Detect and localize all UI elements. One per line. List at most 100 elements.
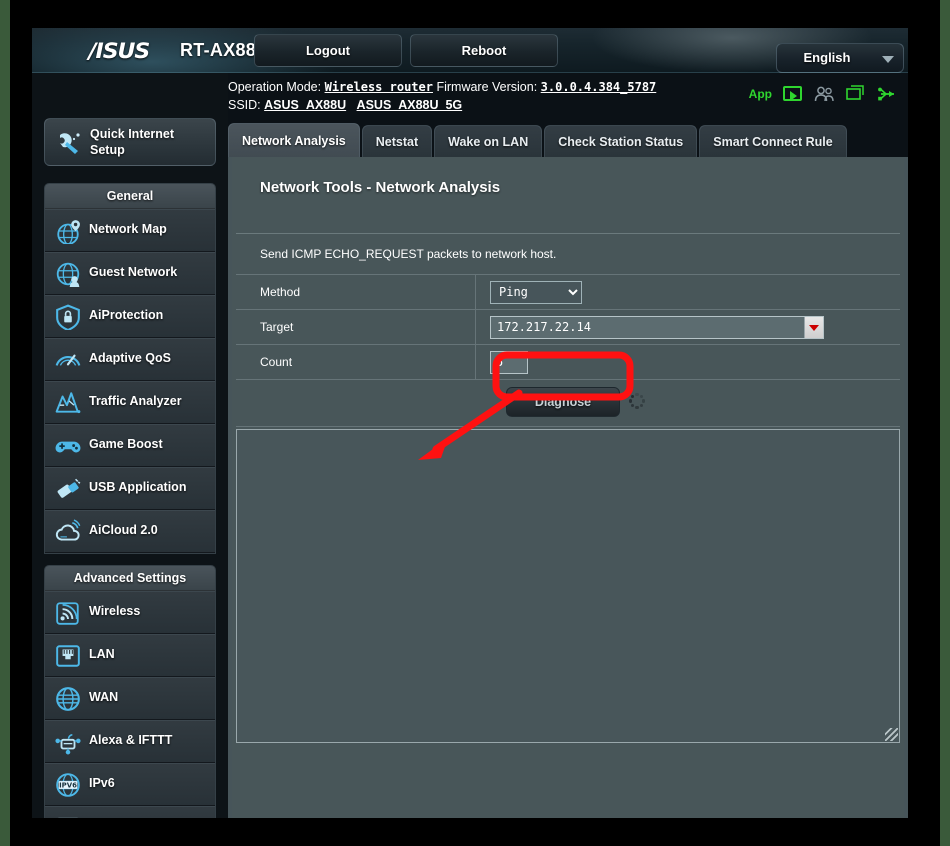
language-selector[interactable]: English xyxy=(776,43,904,73)
vpn-monitor-icon xyxy=(55,815,81,818)
firmware-value[interactable]: 3.0.0.4.384_5787 xyxy=(541,80,657,94)
people-icon[interactable] xyxy=(813,86,835,102)
monitor-icon[interactable] xyxy=(846,85,865,102)
count-input[interactable] xyxy=(490,351,528,374)
tab-smart-connect-rule[interactable]: Smart Connect Rule xyxy=(699,125,846,157)
sidebar-group-general: General Network Map Guest Network AiProtec… xyxy=(44,183,216,554)
form-row-target: Target xyxy=(236,310,900,345)
target-label: Target xyxy=(236,310,476,344)
ssid-label: SSID: xyxy=(228,98,261,112)
count-field-cell xyxy=(476,345,900,379)
sidebar-item-label: AiCloud 2.0 xyxy=(89,523,158,537)
sidebar-item-vpn[interactable]: VPN xyxy=(45,806,215,818)
method-select[interactable]: PingTraceroutenslookup xyxy=(490,281,582,304)
gamepad-icon xyxy=(55,433,81,459)
guest-network-icon xyxy=(55,261,81,287)
network-map-icon xyxy=(55,218,81,244)
operation-mode-label: Operation Mode: xyxy=(228,80,321,94)
router-admin-ui: /ISUS RT-AX88U Logout Reboot English Ope… xyxy=(32,28,908,818)
network-analysis-form: Method PingTraceroutenslookup Target xyxy=(236,274,900,380)
usb-drive-icon xyxy=(55,476,81,502)
loading-spinner-icon xyxy=(628,392,646,410)
count-label: Count xyxy=(236,345,476,379)
diagnose-button[interactable]: Diagnose xyxy=(506,387,620,417)
page-root: /ISUS RT-AX88U Logout Reboot English Ope… xyxy=(0,0,950,846)
quick-setup-label: Quick Internet Setup xyxy=(90,126,210,158)
sidebar-item-traffic-analyzer[interactable]: Traffic Analyzer xyxy=(45,381,215,424)
sidebar-item-wan[interactable]: WAN xyxy=(45,677,215,720)
tab-check-station-status[interactable]: Check Station Status xyxy=(544,125,697,157)
chart-peaks-icon xyxy=(55,390,81,416)
sidebar-item-network-map[interactable]: Network Map xyxy=(45,209,215,252)
app-icon-strip: App xyxy=(749,85,896,102)
diagnose-row: Diagnose xyxy=(236,379,900,427)
letterbox-top xyxy=(10,0,940,28)
resize-handle-icon[interactable] xyxy=(885,728,898,741)
sidebar-item-label: Network Map xyxy=(89,222,167,236)
sidebar-item-wireless[interactable]: Wireless xyxy=(45,591,215,634)
sidebar-item-label: Alexa & IFTTT xyxy=(89,733,172,747)
logout-button[interactable]: Logout xyxy=(254,34,402,67)
sidebar-item-usb-application[interactable]: USB Application xyxy=(45,467,215,510)
gauge-icon xyxy=(55,347,81,373)
sidebar-item-lan[interactable]: LAN xyxy=(45,634,215,677)
language-label: English xyxy=(777,50,877,65)
target-input-wrap xyxy=(490,316,824,339)
top-banner: /ISUS RT-AX88U Logout Reboot English xyxy=(32,28,908,73)
left-sidebar: Quick Internet Setup General Network Map… xyxy=(32,73,228,818)
tab-strip: Network AnalysisNetstatWake on LANCheck … xyxy=(228,123,908,157)
sidebar-item-adaptive-qos[interactable]: Adaptive QoS xyxy=(45,338,215,381)
shield-lock-icon xyxy=(55,304,81,330)
page-title: Network Tools - Network Analysis xyxy=(260,179,500,196)
sidebar-item-label: Guest Network xyxy=(89,265,177,279)
ssid-24-value[interactable]: ASUS_AX88U xyxy=(264,98,346,112)
ipv6-globe-icon: IPV6 xyxy=(55,772,81,798)
quick-internet-setup-button[interactable]: Quick Internet Setup xyxy=(44,118,216,166)
title-divider xyxy=(236,233,900,234)
letterbox-bottom xyxy=(10,818,940,846)
sidebar-item-label: Traffic Analyzer xyxy=(89,394,182,408)
letterbox-right xyxy=(908,0,940,846)
usb-icon[interactable] xyxy=(876,86,896,102)
reboot-button[interactable]: Reboot xyxy=(410,34,558,67)
sidebar-item-game-boost[interactable]: Game Boost xyxy=(45,424,215,467)
main-content: Network Tools - Network Analysis Send IC… xyxy=(228,157,908,818)
target-dropdown-icon[interactable] xyxy=(804,317,823,338)
sidebar-general-header: General xyxy=(45,184,215,209)
sidebar-item-aicloud-2-0[interactable]: AiCloud 2.0 xyxy=(45,510,215,553)
tab-network-analysis[interactable]: Network Analysis xyxy=(228,123,360,157)
target-input[interactable] xyxy=(490,316,824,339)
firmware-label: Firmware Version: xyxy=(436,80,537,94)
form-row-method: Method PingTraceroutenslookup xyxy=(236,275,900,310)
sidebar-item-label: Adaptive QoS xyxy=(89,351,171,365)
sidebar-group-advanced: Advanced Settings WirelessLAN WAN Alexa & … xyxy=(44,565,216,818)
alexa-hub-icon xyxy=(55,729,81,755)
play-icon[interactable] xyxy=(783,86,802,101)
sidebar-item-label: IPv6 xyxy=(89,776,115,790)
sidebar-item-label: WAN xyxy=(89,690,118,704)
svg-text:IPV6: IPV6 xyxy=(59,781,77,789)
letterbox-left xyxy=(10,0,32,846)
tab-netstat[interactable]: Netstat xyxy=(362,125,432,157)
sidebar-advanced-header: Advanced Settings xyxy=(45,566,215,591)
wifi-signal-icon xyxy=(55,600,81,626)
quick-setup-icon xyxy=(54,129,84,157)
operation-mode-value[interactable]: Wireless router xyxy=(325,80,433,94)
target-field-cell xyxy=(476,310,900,344)
chevron-down-icon xyxy=(882,56,894,63)
sidebar-item-label: Game Boost xyxy=(89,437,163,451)
ssid-5g-value[interactable]: ASUS_AX88U_5G xyxy=(357,98,463,112)
app-label: App xyxy=(749,87,772,101)
diagnose-output-textarea[interactable] xyxy=(236,429,900,743)
cloud-icon xyxy=(55,519,81,545)
sidebar-item-alexa-ifttt[interactable]: Alexa & IFTTT xyxy=(45,720,215,763)
asus-logo: /ISUS xyxy=(89,39,150,63)
form-row-count: Count xyxy=(236,345,900,380)
page-description: Send ICMP ECHO_REQUEST packets to networ… xyxy=(260,247,556,261)
ethernet-port-icon xyxy=(55,643,81,669)
tab-wake-on-lan[interactable]: Wake on LAN xyxy=(434,125,542,157)
sidebar-item-guest-network[interactable]: Guest Network xyxy=(45,252,215,295)
method-field-cell: PingTraceroutenslookup xyxy=(476,275,900,309)
sidebar-item-aiprotection[interactable]: AiProtection xyxy=(45,295,215,338)
sidebar-item-ipv6[interactable]: IPV6 IPv6 xyxy=(45,763,215,806)
